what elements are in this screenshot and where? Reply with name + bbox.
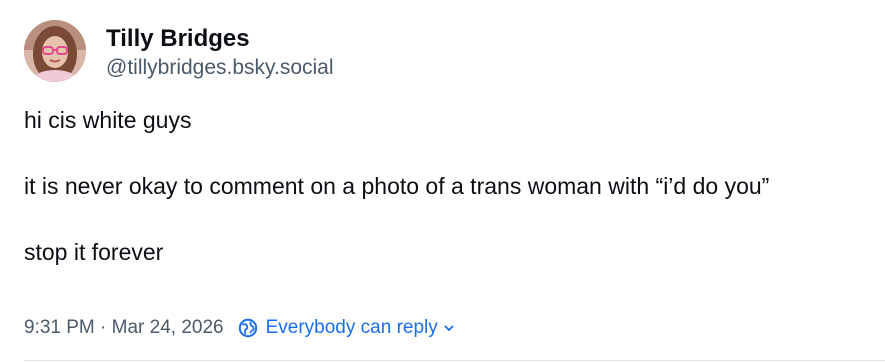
globe-icon	[238, 318, 258, 338]
avatar[interactable]	[24, 20, 86, 82]
chevron-down-icon	[442, 321, 456, 335]
post-timestamp[interactable]: 9:31 PM · Mar 24, 2026	[24, 317, 224, 339]
post-paragraph: it is never okay to comment on a photo o…	[24, 173, 770, 199]
author-handle[interactable]: @tillybridges.bsky.social	[106, 54, 334, 82]
post-meta: 9:31 PM · Mar 24, 2026 Everybody can rep…	[24, 313, 456, 343]
divider	[24, 360, 885, 361]
avatar-photo	[24, 20, 86, 82]
author-display-name[interactable]: Tilly Bridges	[106, 24, 334, 54]
reply-setting-button[interactable]: Everybody can reply	[238, 317, 456, 339]
post-paragraph: stop it forever	[24, 239, 164, 265]
post-text: hi cis white guys it is never okay to co…	[24, 103, 844, 269]
reply-setting-label: Everybody can reply	[265, 317, 438, 338]
post-thread-item: Tilly Bridges @tillybridges.bsky.social …	[0, 0, 885, 363]
post-paragraph: hi cis white guys	[24, 107, 192, 133]
author-names: Tilly Bridges @tillybridges.bsky.social	[106, 24, 334, 82]
